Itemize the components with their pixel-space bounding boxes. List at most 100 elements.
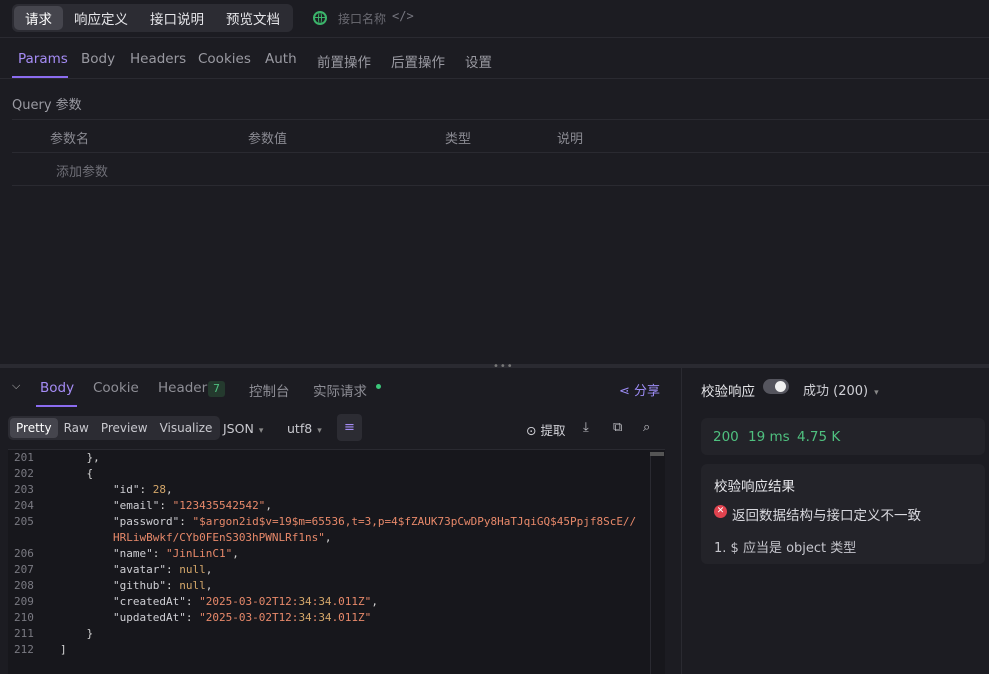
line-number: 210 [14,611,34,624]
format-visualize[interactable]: Visualize [154,418,219,438]
api-name-input[interactable]: 接口名称 [338,10,386,27]
line-number: 209 [14,595,34,608]
code-text: "github": null, [112,579,213,592]
validate-response-label: 校验响应 [701,384,755,400]
error-detail: 1. $ 应当是 object 类型 [714,541,857,556]
chevron-down-icon: ▾ [258,426,264,436]
line-number: 203 [14,483,34,496]
tab-console[interactable]: 控制台 [249,380,290,400]
column-header-type: 类型 [445,132,472,147]
error-icon: ✕ [714,505,727,518]
column-header-value: 参数值 [248,132,288,147]
line-number: 206 [14,547,34,560]
error-message: 返回数据结构与接口定义不一致 [732,508,921,524]
column-header-description: 说明 [557,132,584,147]
extract-button[interactable]: ⊙ 提取 [526,420,565,439]
column-header-name: 参数名 [50,132,90,147]
share-label: 分享 [634,384,661,399]
code-text: "updatedAt": "2025-03-02T12:34:34.011Z" [112,611,372,624]
format-raw[interactable]: Raw [58,418,95,438]
line-number: 204 [14,499,34,512]
chevron-down-icon: ▾ [874,388,879,398]
code-text: "avatar": null, [112,563,213,576]
response-tabs: ⌵ Body Cookie Header 7 控制台 实际请求 ⋖ 分享 [0,368,680,408]
line-number: 211 [14,627,34,640]
format-preview[interactable]: Preview [95,418,154,438]
tab-params[interactable]: Params [18,51,68,67]
validation-result-card: 校验响应结果 ✕ 返回数据结构与接口定义不一致 1. $ 应当是 object … [701,464,985,564]
add-param-button[interactable]: 添加参数 [56,161,108,180]
globe-icon[interactable] [313,11,327,25]
encoding-select-value: utf8 [287,421,313,436]
tab-post-operations[interactable]: 后置操作 [391,51,445,71]
tab-auth[interactable]: Auth [265,51,297,67]
code-text: { [60,467,94,480]
tab-preview-docs[interactable]: 预览文档 [215,6,291,30]
response-toolbar: Pretty Raw Preview Visualize JSON ▾ utf8 ▾… [0,408,680,448]
tab-response-body[interactable]: Body [40,380,74,396]
line-number: 207 [14,563,34,576]
chevron-down-icon: ▾ [317,426,322,436]
tab-headers[interactable]: Headers [130,51,186,67]
divider [12,152,989,153]
divider [12,185,989,186]
validation-result-title: 校验响应结果 [714,479,795,495]
wrap-lines-button[interactable]: ≡ [337,414,362,441]
type-select[interactable]: JSON ▾ [223,421,263,436]
download-icon[interactable]: ⤓ [583,420,589,435]
tab-response-cookie[interactable]: Cookie [93,380,139,396]
copy-icon[interactable]: ⧉ [613,420,622,435]
response-time: 19 ms [748,429,790,445]
status-select-value: 成功 (200) [803,384,869,399]
extract-icon: ⊙ [526,423,537,438]
line-number: 212 [14,643,34,656]
tab-settings[interactable]: 设置 [465,51,492,71]
mode-tab-group: 请求 响应定义 接口说明 预览文档 [12,4,293,32]
query-params-title: Query 参数 [12,98,82,113]
line-number: 202 [14,467,34,480]
status-select[interactable]: 成功 (200) ▾ [803,380,879,399]
code-text: "email": "123435542542", [112,499,272,512]
chevron-down-icon[interactable]: ⌵ [12,379,20,393]
code-text: "name": "JinLinC1", [112,547,239,560]
status-dot-icon [376,384,381,389]
tab-request[interactable]: 请求 [14,6,63,30]
code-text: "id": 28, [112,483,173,496]
active-tab-indicator [12,76,68,78]
code-text: ] [60,643,67,656]
tab-response-header[interactable]: Header [158,380,207,396]
code-text: }, [60,451,100,464]
tab-body[interactable]: Body [81,51,115,67]
active-tab-indicator [36,405,77,407]
code-text: "createdAt": "2025-03-02T12:34:34.011Z", [112,595,378,608]
search-icon[interactable]: ⌕ [643,420,650,435]
type-select-value: JSON [223,421,254,436]
tab-response-definition[interactable]: 响应定义 [63,6,139,30]
response-code-editor[interactable]: 201 }, 202 { 203 "id": 28, 204 "email": … [8,449,665,674]
response-metrics: 200 19 ms 4.75 K [701,418,985,455]
scrollbar-thumb[interactable] [650,452,664,456]
status-code: 200 [713,429,739,445]
tab-actual-request[interactable]: 实际请求 [313,380,367,400]
encoding-select[interactable]: utf8 ▾ [287,421,322,436]
line-number: 208 [14,579,34,592]
extract-label: 提取 [540,423,566,438]
tab-api-description[interactable]: 接口说明 [139,6,215,30]
request-tabs: Params Body Headers Cookies Auth 前置操作 后置… [0,39,989,79]
code-text: HRLiwBwkf/CYb0FEnS303hPWNLRf1ns", [112,531,332,544]
format-group: Pretty Raw Preview Visualize [8,416,221,440]
line-number: 201 [14,451,34,464]
tab-pre-operations[interactable]: 前置操作 [317,51,371,71]
code-text: } [60,627,94,640]
tab-cookies[interactable]: Cookies [198,51,251,67]
code-icon[interactable]: </> [392,9,414,23]
code-text: "password": "$argon2id$v=19$m=65536,t=3,… [112,515,637,528]
vertical-scrollbar[interactable] [650,452,664,674]
divider [12,119,989,120]
share-icon: ⋖ [619,384,630,399]
validate-toggle[interactable] [763,379,789,394]
share-button[interactable]: ⋖ 分享 [619,380,660,399]
format-pretty[interactable]: Pretty [10,418,58,438]
response-size: 4.75 K [797,429,841,445]
top-bar: 请求 响应定义 接口说明 预览文档 接口名称 </> [0,0,989,38]
